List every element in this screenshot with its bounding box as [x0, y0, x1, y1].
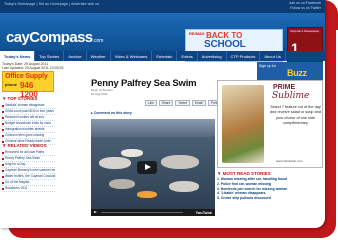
arrow-icon: ▼ — [2, 96, 7, 101]
facebook-link[interactable]: Join us on Facebook — [289, 1, 321, 6]
boat-shape — [161, 155, 199, 169]
site-logo[interactable]: cayCompass.com — [6, 29, 103, 46]
website-screenshot: Today's Homepage | Set as Homepage | Adv… — [0, 0, 325, 228]
share-buttons: Like Share Tweet Email Print — [145, 100, 221, 106]
top-utility-bar: Today's Homepage | Set as Homepage | Adv… — [0, 0, 325, 13]
tweet-button[interactable]: Tweet — [175, 100, 190, 106]
ad-brand: RE/MAX — [189, 31, 205, 36]
most-read-heading: ▼ MOST READ STORIES — [217, 171, 271, 176]
prime-sublime-ad[interactable]: PRIME Sublime Select 7 feature cut of th… — [217, 80, 323, 168]
most-read-list: 1. Woman missing after car, handling fou… — [217, 177, 323, 201]
twitter-link[interactable]: Follow us on Twitter — [289, 6, 321, 11]
nav-tab-entertain[interactable]: Entertain — [152, 51, 178, 61]
related-videos-heading: ▼RELATED VIDEOS — [2, 143, 47, 148]
comment-link[interactable]: ▸ Comment on this story — [91, 111, 132, 115]
buzz-ad[interactable]: Sign up for Buzz — [257, 62, 323, 80]
site-header: cayCompass.com RE/MAX BACK TO SCHOOL Cay… — [0, 13, 325, 63]
video-sky — [91, 119, 215, 137]
ad-school-text: SCHOOL — [204, 39, 246, 50]
article-byline: Dept. of Tourism 24 Aug 2011 — [91, 88, 113, 96]
nav-tab-extras[interactable]: Extras — [177, 51, 198, 61]
nav-tab-advertising[interactable]: Advertising — [198, 51, 227, 61]
list-item[interactable]: 5. Cruise ship pullouts discussed — [217, 196, 323, 201]
youtube-logo[interactable]: YouTube — [195, 210, 212, 215]
play-button[interactable] — [137, 161, 157, 174]
nav-tab-about-us[interactable]: About Us — [260, 51, 286, 61]
logo-suffix: .com — [92, 38, 104, 44]
buzz-ad-small: Sign up for — [259, 64, 276, 68]
prime-title: PRIME — [273, 84, 296, 91]
share-button[interactable]: Share — [158, 100, 174, 106]
prime-link[interactable]: www.ritzcarlton.com — [276, 159, 303, 163]
utility-links[interactable]: Today's Homepage | Set as Homepage | Adv… — [4, 2, 99, 6]
video-player[interactable]: YouTube — [91, 119, 215, 216]
dateline: Today's Date: 29 August 2011 Last Update… — [2, 62, 63, 70]
prime-subtitle: Sublime — [272, 91, 310, 101]
nav-tab-top-stories[interactable]: Top Stories — [35, 51, 65, 61]
top-stories-heading: ▼TOP STORIES — [2, 96, 38, 101]
main-navigation: Today's News Top Stories Archive Weather… — [0, 51, 325, 61]
boat-shape — [121, 149, 143, 157]
office-ad-phone-label: phone — [5, 82, 17, 87]
nav-tab-todays-news[interactable]: Today's News — [0, 51, 36, 61]
arrow-icon: ▼ — [2, 143, 7, 148]
logo-text: cayCompass — [6, 29, 93, 46]
play-icon[interactable] — [94, 211, 97, 213]
nav-tab-archive[interactable]: Archive — [64, 51, 87, 61]
boat-shape — [169, 181, 199, 192]
ad-right-text: Cayman's Newspaper — [290, 29, 320, 33]
related-videos-list: Recorded for all local Paths Penny Palfr… — [2, 150, 55, 192]
boat-shape — [137, 191, 157, 198]
office-supply-ad[interactable]: Office Supply phone 946 1200 — [2, 71, 54, 99]
prime-body: Select 7 feature cut of the day and rece… — [270, 105, 321, 126]
nav-tab-video[interactable]: Video & Webcams — [111, 51, 153, 61]
boat-shape — [99, 157, 131, 169]
top-stories-list: Vandals' woman disappears CIMA count pai… — [2, 103, 55, 145]
social-links: Join us on Facebook Follow us on Twitter — [289, 1, 321, 10]
nav-tab-weather[interactable]: Weather — [87, 51, 111, 61]
office-ad-title: Office Supply — [5, 73, 48, 80]
nav-tab-ctp-products[interactable]: CTP Products — [227, 51, 261, 61]
video-controls: YouTube — [91, 209, 215, 216]
like-button[interactable]: Like — [145, 100, 157, 106]
video-progress-bar[interactable] — [101, 212, 183, 214]
food-photo — [222, 85, 264, 163]
email-button[interactable]: Email — [191, 100, 206, 106]
byline-date: 24 Aug 2011 — [91, 91, 108, 96]
boat-shape — [109, 179, 135, 189]
last-updated: Last Updated: 29 August 2011 10:03:25 — [2, 66, 64, 70]
most-read-stories: ▼ MOST READ STORIES 1. Woman missing aft… — [217, 171, 323, 225]
buzz-ad-title: Buzz — [287, 68, 307, 78]
list-item[interactable]: Rotaforms 2011 — [2, 186, 55, 192]
